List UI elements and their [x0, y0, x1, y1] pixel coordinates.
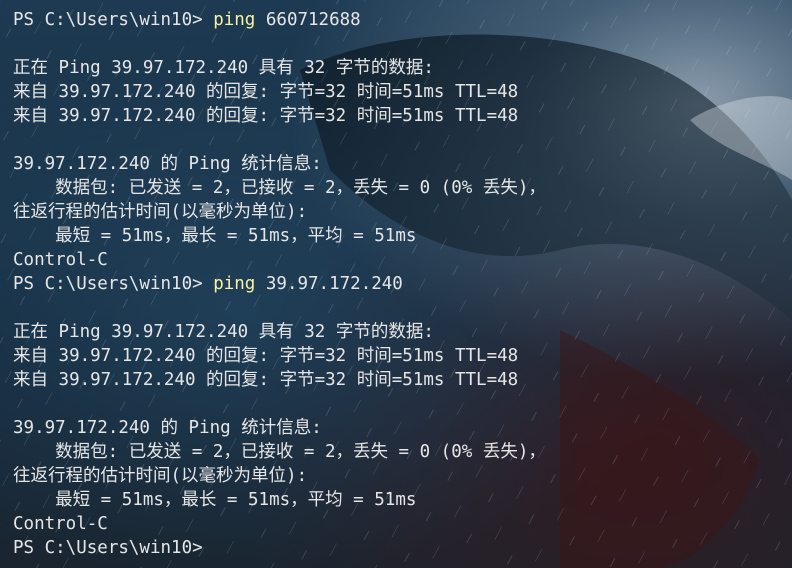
output-line: Control-C [13, 512, 792, 536]
output-line: 正在 Ping 39.97.172.240 具有 32 字节的数据: [13, 56, 792, 80]
output-line: 来自 39.97.172.240 的回复: 字节=32 时间=51ms TTL=… [13, 80, 792, 104]
terminal-window[interactable]: PS C:\Users\win10> ping 660712688 正在 Ping… [0, 0, 792, 568]
terminal-output: PS C:\Users\win10> ping 660712688 正在 Ping… [13, 8, 792, 560]
prompt-line: PS C:\Users\win10> ping 39.97.172.240 [13, 272, 792, 296]
output-text: 往返行程的估计时间(以毫秒为单位): [13, 466, 308, 486]
prompt-text: PS C:\Users\win10> [13, 10, 214, 30]
output-line: 来自 39.97.172.240 的回复: 字节=32 时间=51ms TTL=… [13, 344, 792, 368]
output-text: 正在 Ping 39.97.172.240 具有 32 字节的数据: [13, 58, 434, 78]
output-text: 数据包: 已发送 = 2，已接收 = 2，丢失 = 0 (0% 丢失)， [13, 178, 546, 198]
output-line: 正在 Ping 39.97.172.240 具有 32 字节的数据: [13, 320, 792, 344]
output-text: 39.97.172.240 的 Ping 统计信息: [13, 418, 322, 438]
output-line: Control-C [13, 248, 792, 272]
output-line: 来自 39.97.172.240 的回复: 字节=32 时间=51ms TTL=… [13, 368, 792, 392]
output-line: 往返行程的估计时间(以毫秒为单位): [13, 464, 792, 488]
output-line: 最短 = 51ms，最长 = 51ms，平均 = 51ms [13, 488, 792, 512]
output-text: 最短 = 51ms，最长 = 51ms，平均 = 51ms [13, 226, 417, 246]
output-text: 最短 = 51ms，最长 = 51ms，平均 = 51ms [13, 490, 417, 510]
output-line: 来自 39.97.172.240 的回复: 字节=32 时间=51ms TTL=… [13, 104, 792, 128]
prompt-text: PS C:\Users\win10> [13, 538, 203, 558]
command-args: 660712688 [255, 10, 361, 30]
output-line: 最短 = 51ms，最长 = 51ms，平均 = 51ms [13, 224, 792, 248]
prompt-line: PS C:\Users\win10> ping 660712688 [13, 8, 792, 32]
command-args: 39.97.172.240 [255, 274, 403, 294]
output-text: 来自 39.97.172.240 的回复: 字节=32 时间=51ms TTL=… [13, 370, 519, 390]
output-line: 39.97.172.240 的 Ping 统计信息: [13, 152, 792, 176]
output-text: 往返行程的估计时间(以毫秒为单位): [13, 202, 308, 222]
output-text: Control-C [13, 250, 108, 270]
output-text: 数据包: 已发送 = 2，已接收 = 2，丢失 = 0 (0% 丢失)， [13, 442, 546, 462]
prompt-text: PS C:\Users\win10> [13, 274, 214, 294]
output-line: 往返行程的估计时间(以毫秒为单位): [13, 200, 792, 224]
output-line: 数据包: 已发送 = 2，已接收 = 2，丢失 = 0 (0% 丢失)， [13, 176, 792, 200]
output-text: 来自 39.97.172.240 的回复: 字节=32 时间=51ms TTL=… [13, 346, 519, 366]
prompt-line: PS C:\Users\win10> [13, 536, 792, 560]
output-line: 39.97.172.240 的 Ping 统计信息: [13, 416, 792, 440]
command-name: ping [213, 10, 256, 30]
output-line: 数据包: 已发送 = 2，已接收 = 2，丢失 = 0 (0% 丢失)， [13, 440, 792, 464]
output-text: Control-C [13, 514, 108, 534]
command-name: ping [213, 274, 256, 294]
output-text: 正在 Ping 39.97.172.240 具有 32 字节的数据: [13, 322, 434, 342]
output-text: 来自 39.97.172.240 的回复: 字节=32 时间=51ms TTL=… [13, 82, 519, 102]
output-text: 来自 39.97.172.240 的回复: 字节=32 时间=51ms TTL=… [13, 106, 519, 126]
output-text: 39.97.172.240 的 Ping 统计信息: [13, 154, 322, 174]
